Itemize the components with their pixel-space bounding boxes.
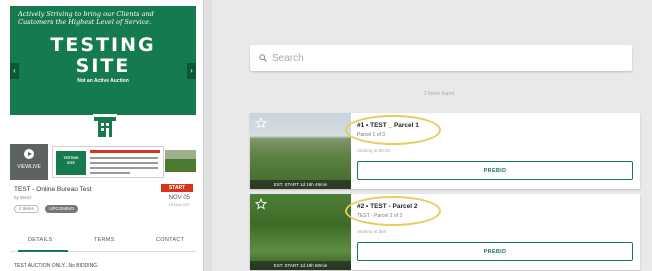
view-live-label: VIEWLIVE <box>17 164 41 170</box>
flyer-text-line <box>90 172 130 174</box>
lot-starting-price: Starting at $50 <box>357 229 387 234</box>
est-start-label: EST. START 1d 19h 50min <box>250 261 351 270</box>
banner-tagline: Actively Striving to bring our Clients a… <box>18 10 154 26</box>
lot-photo[interactable]: EST. START 1d 19h 49min <box>250 113 351 189</box>
banner-subtitle: Not an Active Auction <box>77 78 129 84</box>
scroll-gutter[interactable] <box>204 0 212 271</box>
lot-photo[interactable]: EST. START 1d 19h 50min <box>250 194 351 270</box>
star-outline-icon[interactable] <box>255 117 267 129</box>
media-thumbnails: VIEWLIVE TESTING SITE <box>10 144 196 180</box>
mini-logo-line2: SITE <box>67 161 75 165</box>
view-live-thumbnail[interactable]: VIEWLIVE <box>10 144 48 180</box>
lot-starting-price: Starting at $0.00 <box>357 148 391 153</box>
event-host: by Wertz <box>14 195 32 200</box>
tab-contact[interactable]: CONTACT <box>156 237 184 243</box>
chevron-right-icon[interactable]: › <box>187 63 196 79</box>
search-input[interactable] <box>272 45 612 71</box>
auction-note: TEST AUCTION ONLY...No BIDDING. <box>14 263 99 269</box>
star-outline-icon[interactable] <box>255 198 267 210</box>
flyer-text-line <box>90 167 158 169</box>
auction-flyer-thumbnail[interactable]: TESTING SITE <box>52 146 164 178</box>
chevron-left-icon[interactable]: ‹ <box>10 63 19 79</box>
event-title: TEST - Online Bureau Test <box>14 186 92 193</box>
auction-sidebar: Actively Striving to bring our Clients a… <box>0 0 204 271</box>
tab-details[interactable]: DETAILS <box>28 237 53 243</box>
highlight-annotation <box>345 115 441 145</box>
banner-title-line2: SITE <box>75 55 131 77</box>
banner-title: TESTING <box>50 34 156 56</box>
event-pills: 2 Items UPCOMING <box>14 205 80 214</box>
flyer-header-bar <box>90 150 160 153</box>
highlight-annotation <box>345 196 441 226</box>
event-tabs: DETAILS TERMS CONTACT <box>10 232 196 252</box>
auction-banner: Actively Striving to bring our Clients a… <box>10 6 196 115</box>
start-badge-label: START <box>168 185 186 191</box>
tab-terms[interactable]: TERMS <box>94 237 115 243</box>
prebid-button[interactable]: PREBID <box>357 161 633 180</box>
start-time: 10:00a CST <box>168 202 190 207</box>
est-start-label: EST. START 1d 19h 49min <box>250 180 351 189</box>
play-icon <box>24 149 34 159</box>
lot-card[interactable]: EST. START 1d 19h 49min #1 • TEST _ Parc… <box>250 113 640 189</box>
search-box <box>250 45 632 71</box>
start-badge: START <box>161 184 193 192</box>
search-icon <box>259 54 267 62</box>
flyer-text-line <box>90 157 158 159</box>
lot-card[interactable]: EST. START 1d 19h 50min #2 • TEST - Parc… <box>250 194 640 270</box>
prebid-button[interactable]: PREBID <box>357 242 633 261</box>
results-count: 2 items found <box>424 91 455 97</box>
flyer-text-line <box>90 162 158 164</box>
active-tab-indicator <box>18 250 68 252</box>
status-badge: UPCOMING <box>45 205 78 213</box>
mini-logo: TESTING SITE <box>56 151 86 175</box>
field-photo-thumbnail[interactable] <box>165 150 196 172</box>
items-count-badge: 2 Items <box>14 205 39 213</box>
start-date: NOV 05 <box>168 195 190 201</box>
building-logo-icon <box>70 111 140 141</box>
